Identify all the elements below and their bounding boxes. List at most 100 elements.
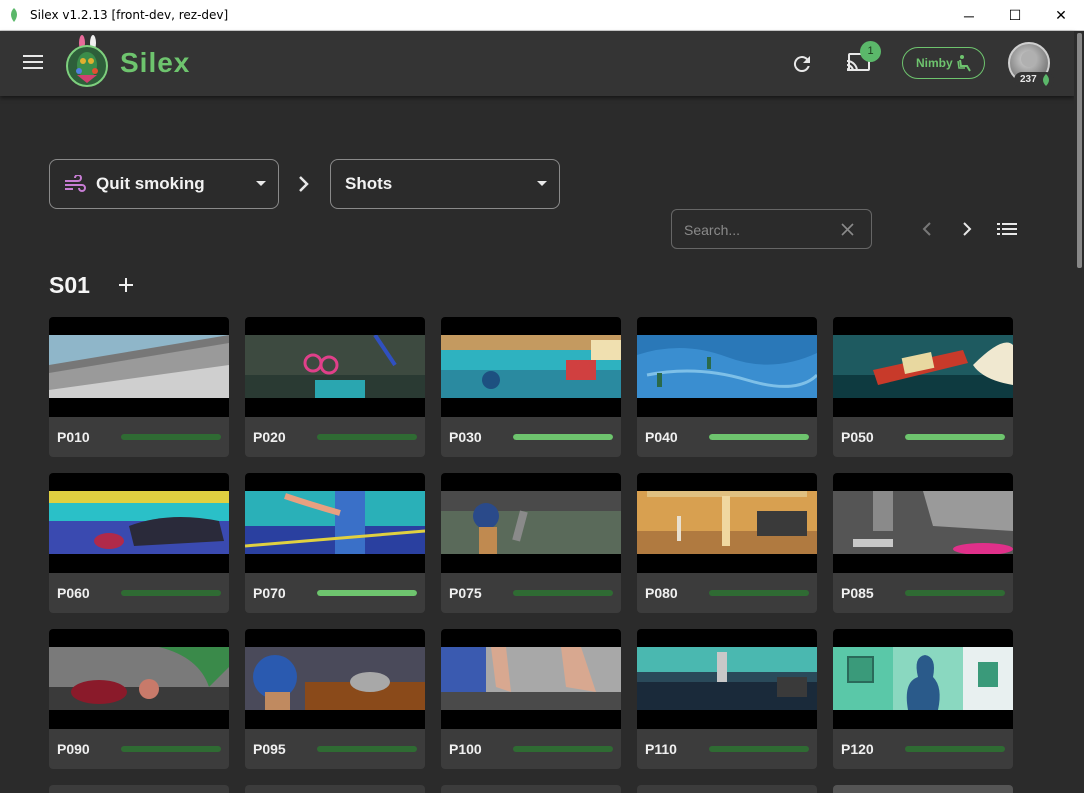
shot-name: P070 [253, 585, 286, 601]
shot-thumbnail-image [49, 647, 229, 710]
clear-search-icon[interactable] [841, 223, 854, 236]
nimby-label: Nimby [916, 56, 953, 70]
shot-progress-bar [905, 434, 1005, 440]
chevron-down-icon [537, 181, 547, 186]
shot-card[interactable]: P090 [49, 629, 229, 769]
shot-thumbnail[interactable] [637, 629, 817, 729]
shot-thumbnail[interactable] [49, 473, 229, 573]
menu-icon[interactable] [23, 55, 43, 71]
shot-thumbnail[interactable] [49, 317, 229, 417]
shot-name: P090 [57, 741, 90, 757]
shot-progress-fill [905, 434, 1005, 440]
shot-thumbnail-image [637, 491, 817, 554]
shot-progress-fill [317, 590, 417, 596]
shot-card[interactable]: P095 [245, 629, 425, 769]
shot-thumbnail[interactable] [637, 473, 817, 573]
shot-card[interactable]: P010 [49, 317, 229, 457]
shot-thumbnail[interactable] [441, 629, 621, 729]
shot-thumbnail[interactable] [441, 473, 621, 573]
shot-card-partial[interactable] [49, 785, 229, 793]
shot-progress-bar [709, 746, 809, 752]
close-window-button[interactable]: ✕ [1038, 0, 1084, 31]
shot-card[interactable]: P060 [49, 473, 229, 613]
shot-progress-bar [317, 746, 417, 752]
section-select[interactable]: Shots [330, 159, 560, 209]
shot-name: P080 [645, 585, 678, 601]
window-title: Silex v1.2.13 [front-dev, rez-dev] [30, 8, 229, 22]
shot-thumbnail-image [49, 491, 229, 554]
scrollbar-thumb[interactable] [1077, 33, 1082, 268]
shot-progress-fill [709, 434, 809, 440]
shot-progress-bar [513, 434, 613, 440]
shot-card[interactable]: P020 [245, 317, 425, 457]
shot-progress-bar [709, 434, 809, 440]
list-view-icon[interactable] [997, 221, 1017, 237]
shot-progress-bar [905, 746, 1005, 752]
refresh-icon[interactable] [790, 52, 814, 76]
shot-thumbnail-image [49, 335, 229, 398]
seat-icon [957, 55, 971, 72]
shot-thumbnail-image [637, 647, 817, 710]
shot-card[interactable]: P040 [637, 317, 817, 457]
shot-card-partial[interactable] [637, 785, 817, 793]
project-select-value: Quit smoking [96, 174, 205, 193]
shot-progress-bar [317, 590, 417, 596]
shot-name: P110 [645, 741, 677, 757]
shot-thumbnail[interactable] [441, 317, 621, 417]
shot-name: P010 [57, 429, 90, 445]
shot-thumbnail[interactable] [245, 473, 425, 573]
window-titlebar: Silex v1.2.13 [front-dev, rez-dev] ─ ☐ ✕ [0, 0, 1084, 31]
avatar-count-badge: 237 [1014, 72, 1054, 88]
shot-name: P095 [253, 741, 286, 757]
shot-card[interactable]: P070 [245, 473, 425, 613]
shot-card[interactable]: P110 [637, 629, 817, 769]
shot-thumbnail[interactable] [49, 629, 229, 729]
shot-card[interactable]: P030 [441, 317, 621, 457]
shot-progress-bar [513, 590, 613, 596]
shot-card[interactable]: P075 [441, 473, 621, 613]
shot-thumbnail-image [245, 491, 425, 554]
silex-logo[interactable] [63, 35, 111, 87]
shot-card-partial[interactable] [441, 785, 621, 793]
maximize-button[interactable]: ☐ [992, 0, 1038, 31]
shot-name: P100 [449, 741, 482, 757]
leaf-icon [11, 8, 17, 22]
shot-thumbnail[interactable] [833, 317, 1013, 417]
section-select-value: Shots [345, 174, 393, 193]
shot-thumbnail-image [637, 335, 817, 398]
shot-thumbnail-image [441, 647, 621, 710]
shot-thumbnail[interactable] [245, 317, 425, 417]
app-brand: Silex [120, 47, 191, 78]
shot-card[interactable]: P080 [637, 473, 817, 613]
page-scrollbar[interactable] [1074, 31, 1084, 793]
next-page-icon[interactable] [960, 219, 974, 239]
shot-card-partial[interactable] [245, 785, 425, 793]
chevron-right-icon [299, 176, 309, 192]
shot-name: P075 [449, 585, 482, 601]
shot-card[interactable]: P085 [833, 473, 1013, 613]
shot-thumbnail-image [833, 491, 1013, 554]
previous-page-icon[interactable] [920, 219, 934, 239]
search-input[interactable] [684, 220, 834, 240]
shot-card[interactable]: P050 [833, 317, 1013, 457]
shot-name: P020 [253, 429, 286, 445]
shot-thumbnail[interactable] [833, 629, 1013, 729]
app-bar: Silex 1 Nimby [0, 31, 1074, 96]
wind-icon [65, 175, 86, 192]
add-shot-icon[interactable] [117, 276, 135, 294]
shot-card-partial[interactable] [833, 785, 1013, 793]
chevron-down-icon [256, 181, 266, 186]
shot-thumbnail-image [245, 647, 425, 710]
minimize-button[interactable]: ─ [946, 0, 992, 31]
shot-progress-bar [121, 746, 221, 752]
shot-progress-bar [709, 590, 809, 596]
shot-thumbnail[interactable] [637, 317, 817, 417]
shot-card[interactable]: P120 [833, 629, 1013, 769]
project-select[interactable]: Quit smoking [49, 159, 279, 209]
avatar-count: 237 [1020, 74, 1037, 85]
shot-card[interactable]: P100 [441, 629, 621, 769]
nimby-toggle[interactable]: Nimby [902, 47, 985, 79]
shot-thumbnail[interactable] [245, 629, 425, 729]
shot-thumbnail[interactable] [833, 473, 1013, 573]
shot-progress-bar [513, 746, 613, 752]
